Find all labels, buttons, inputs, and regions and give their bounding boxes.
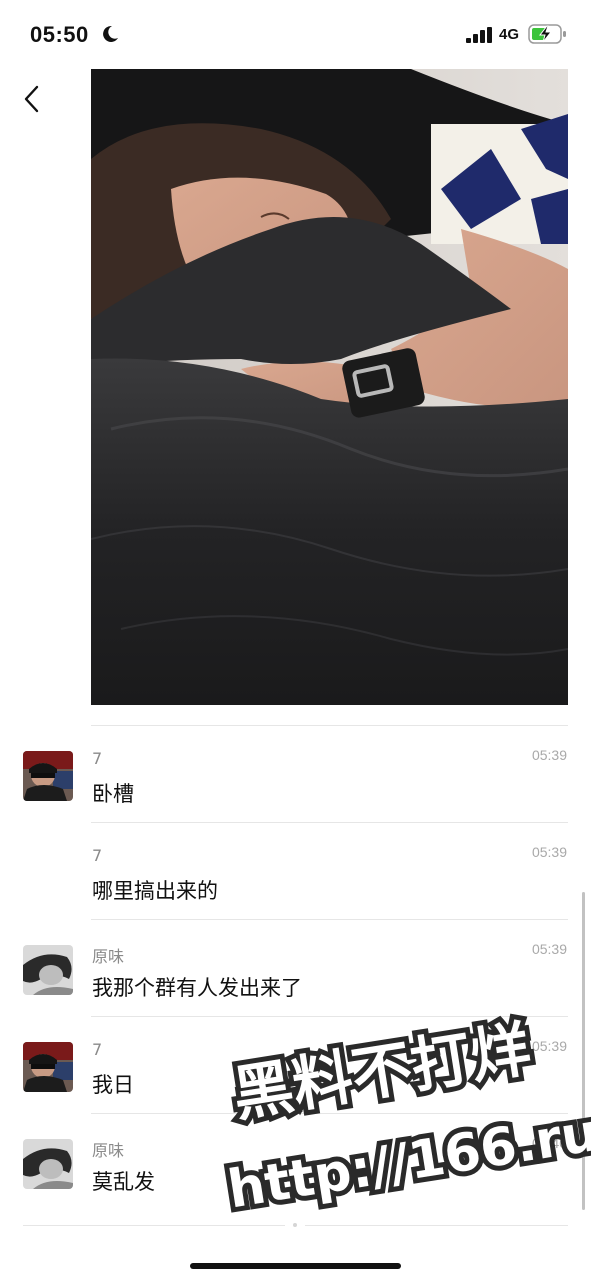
comment-author[interactable]: 7	[92, 749, 102, 768]
post-photo[interactable]	[91, 69, 568, 705]
avatar-7	[23, 1042, 73, 1092]
comment-author[interactable]: 7	[92, 1040, 102, 1059]
comment-author[interactable]: 7	[92, 846, 102, 865]
photo-divider	[91, 725, 568, 726]
comment-text: 我日	[92, 1073, 134, 1097]
avatar-yuanwei	[23, 945, 73, 995]
watermark-title: 黑料不打烊	[228, 1014, 535, 1130]
avatar[interactable]	[23, 751, 73, 801]
avatar-7	[23, 751, 73, 801]
status-bar: 05:50 4G	[0, 0, 591, 62]
status-time: 05:50	[30, 22, 89, 47]
comment-text: 莫乱发	[92, 1170, 155, 1194]
avatar[interactable]	[23, 1042, 73, 1092]
comment-author[interactable]: 原味	[92, 943, 124, 967]
comment-item: 7 05:39 卧槽	[0, 727, 591, 823]
signal-icon	[466, 27, 492, 43]
comment-author[interactable]: 原味	[92, 1137, 124, 1161]
back-icon[interactable]	[20, 84, 44, 114]
comment-divider	[91, 919, 568, 920]
comment-time: 05:39	[531, 844, 567, 860]
home-indicator	[190, 1263, 401, 1269]
comment-text: 哪里搞出来的	[92, 879, 218, 903]
comment-time: 05:39	[531, 747, 567, 763]
comment-item: 7 05:39 哪里搞出来的	[0, 824, 591, 920]
avatar[interactable]	[23, 945, 73, 995]
avatar[interactable]	[23, 1139, 73, 1189]
battery-charging-icon	[528, 24, 566, 44]
comment-divider	[91, 822, 568, 823]
network-type: 4G	[499, 26, 520, 43]
comment-text: 卧槽	[92, 782, 134, 806]
comment-time: 05:39	[531, 941, 567, 957]
moon-icon	[103, 25, 118, 42]
sleeping-person-photo	[91, 69, 568, 705]
avatar-yuanwei	[23, 1139, 73, 1189]
watermark: 黑料不打烊 http://166.run	[219, 1009, 591, 1225]
